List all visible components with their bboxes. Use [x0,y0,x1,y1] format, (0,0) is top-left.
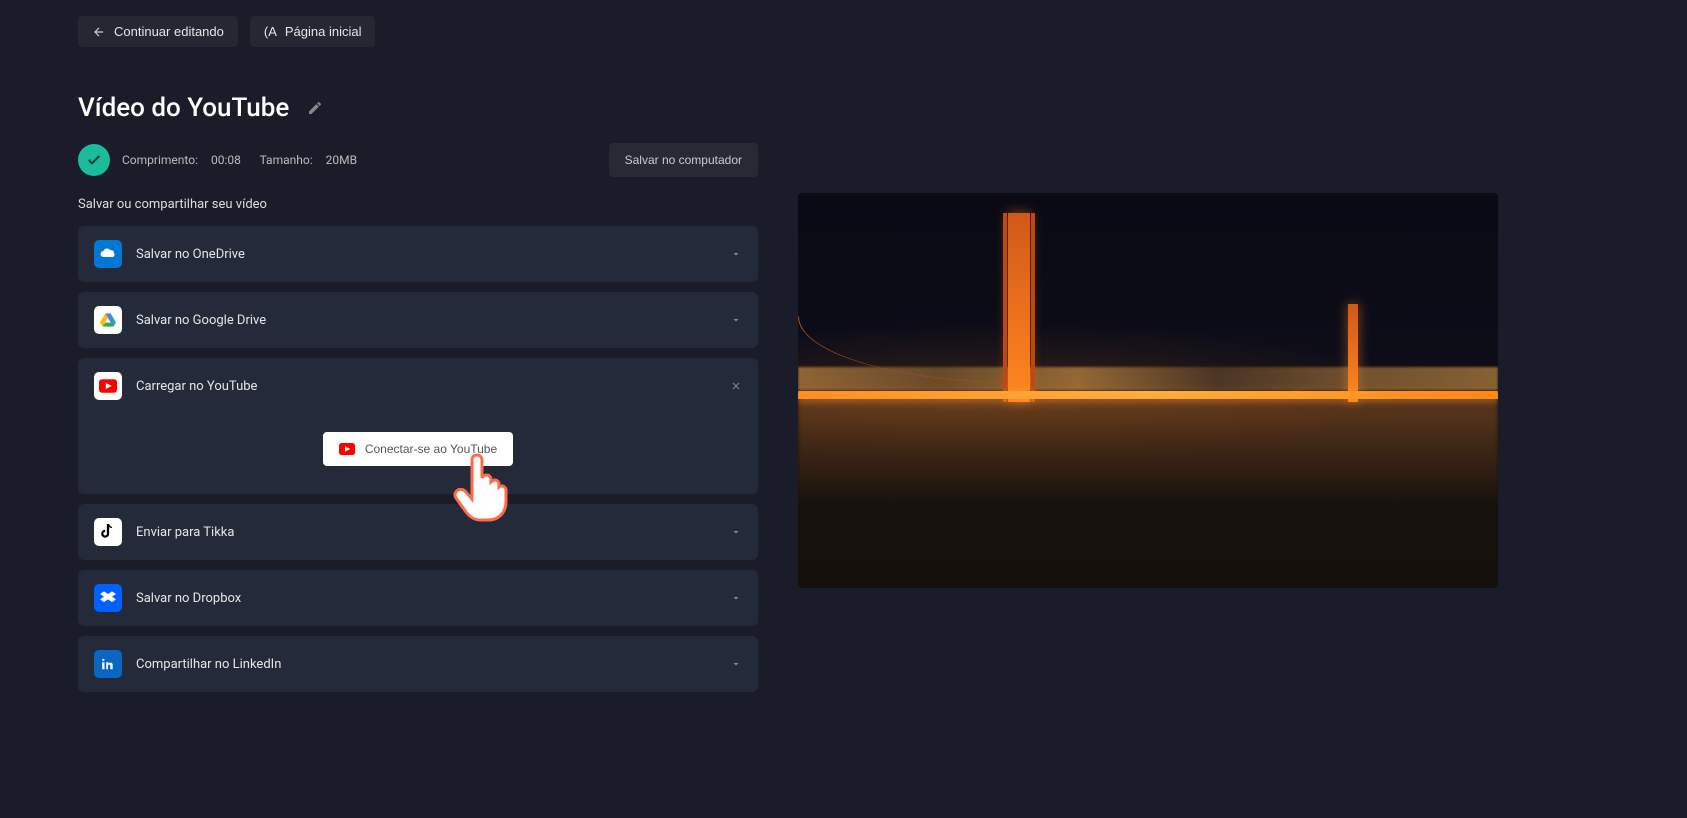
length-value: 00:08 [211,153,241,167]
page-title: Vídeo do YouTube [78,93,289,123]
dropbox-icon [94,584,122,612]
share-section-label: Salvar ou compartilhar seu vídeo [78,197,758,212]
googledrive-icon [94,306,122,334]
video-meta: Comprimento: 00:08 Tamanho: 20MB [122,153,367,167]
chevron-down-icon [730,526,742,538]
tiktok-icon [94,518,122,546]
chevron-down-icon [730,248,742,260]
close-icon[interactable] [730,380,742,392]
googledrive-label: Salvar no Google Drive [136,313,730,328]
video-preview[interactable] [798,193,1498,588]
export-options-panel: Vídeo do YouTube Comprimento: 00:08 Tama… [78,63,758,702]
arrow-left-icon [92,25,106,39]
youtube-icon [94,372,122,400]
youtube-label: Carregar no YouTube [136,379,730,394]
linkedin-icon [94,650,122,678]
tiktok-label: Enviar para Tikka [136,525,730,540]
dropbox-label: Salvar no Dropbox [136,591,730,606]
edit-icon[interactable] [307,100,323,116]
connect-youtube-button[interactable]: Conectar-se ao YouTube [323,432,513,466]
size-label: Tamanho: [260,153,313,167]
home-label: Página inicial [285,24,362,39]
share-option-youtube[interactable]: Carregar no YouTube Conectar-se ao YouTu… [78,358,758,494]
onedrive-icon [94,240,122,268]
share-option-tiktok[interactable]: Enviar para Tikka [78,504,758,560]
continue-editing-button[interactable]: Continuar editando [78,16,238,47]
home-prefix: (A [264,24,277,39]
share-option-googledrive[interactable]: Salvar no Google Drive [78,292,758,348]
size-value: 20MB [326,153,357,167]
share-option-onedrive[interactable]: Salvar no OneDrive [78,226,758,282]
save-to-computer-button[interactable]: Salvar no computador [609,143,758,177]
youtube-icon [339,443,355,455]
length-label: Comprimento: [122,153,198,167]
chevron-down-icon [730,658,742,670]
home-button[interactable]: (A Página inicial [250,16,376,47]
share-option-dropbox[interactable]: Salvar no Dropbox [78,570,758,626]
chevron-down-icon [730,314,742,326]
onedrive-label: Salvar no OneDrive [136,247,730,262]
share-option-linkedin[interactable]: Compartilhar no LinkedIn [78,636,758,692]
linkedin-label: Compartilhar no LinkedIn [136,657,730,672]
continue-editing-label: Continuar editando [114,24,224,39]
connect-youtube-label: Conectar-se ao YouTube [365,442,497,456]
status-complete-icon [78,144,110,176]
chevron-down-icon [730,592,742,604]
